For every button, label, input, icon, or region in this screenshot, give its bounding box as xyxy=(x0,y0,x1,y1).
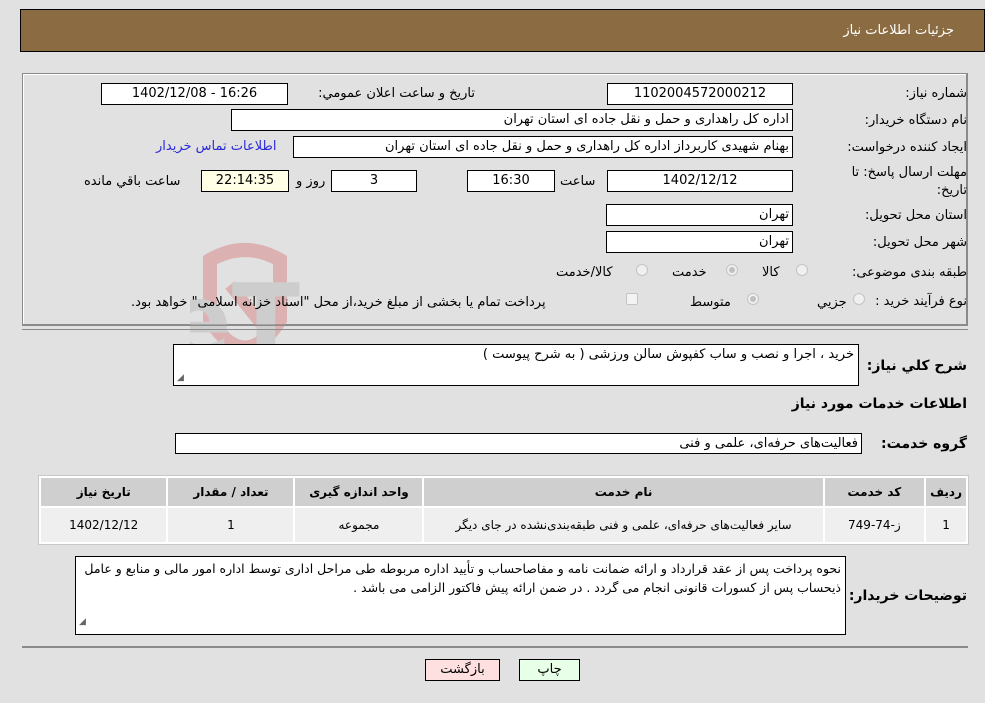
treasury-note: پرداخت تمام یا بخشی از مبلغ خرید،از محل … xyxy=(131,295,546,310)
divider xyxy=(22,325,968,326)
description-label: شرح کلي نياز: xyxy=(866,358,967,374)
resize-grip-icon[interactable]: ◢ xyxy=(177,373,184,383)
process-option-medium: متوسط xyxy=(690,295,731,310)
divider xyxy=(22,329,968,330)
col-quantity: تعداد / مقدار xyxy=(168,478,294,506)
category-option-service: خدمت xyxy=(672,265,707,280)
print-button[interactable]: چاپ xyxy=(519,659,580,681)
cell-quantity: 1 xyxy=(168,508,294,542)
deadline-time-label: ساعت xyxy=(560,174,596,189)
col-row-number: ردیف xyxy=(926,478,966,506)
buyer-notes-label: توضیحات خریدار: xyxy=(848,588,967,604)
back-button[interactable]: بازگشت xyxy=(425,659,500,681)
table-header-row: ردیف کد خدمت نام خدمت واحد اندازه گیری ت… xyxy=(41,478,966,506)
description-text: خرید ، اجرا و نصب و ساب کفپوش سالن ورزشی… xyxy=(482,347,854,362)
buyer-org-label: نام دستگاه خریدار: xyxy=(864,113,967,128)
remaining-time-field: 22:14:35 xyxy=(201,170,289,192)
buyer-notes-textarea[interactable]: نحوه پرداخت پس از عقد قرارداد و ارائه ضم… xyxy=(75,556,846,635)
days-label: روز و xyxy=(296,174,326,189)
divider xyxy=(22,646,968,648)
description-textarea[interactable]: خرید ، اجرا و نصب و ساب کفپوش سالن ورزشی… xyxy=(173,344,859,386)
buyer-org-field: اداره کل راهداری و حمل و نقل جاده ای است… xyxy=(231,109,793,131)
resize-grip-icon[interactable]: ◢ xyxy=(79,613,86,632)
service-group-label: گروه خدمت: xyxy=(881,436,967,452)
city-label: شهر محل تحویل: xyxy=(872,235,967,250)
city-field: تهران xyxy=(606,231,793,253)
remaining-days-field: 3 xyxy=(331,170,417,192)
deadline-date-field: 1402/12/12 xyxy=(607,170,793,192)
cell-service-name: سایر فعالیت‌های حرفه‌ای، علمی و فنی طبقه… xyxy=(424,508,823,542)
category-option-goods-service: کالا/خدمت xyxy=(556,265,613,280)
col-need-date: تاریخ نیاز xyxy=(41,478,167,506)
services-table: ردیف کد خدمت نام خدمت واحد اندازه گیری ت… xyxy=(38,475,969,545)
province-field: تهران xyxy=(606,204,793,226)
category-radio-service[interactable] xyxy=(726,264,738,276)
cell-unit: مجموعه xyxy=(295,508,423,542)
announce-datetime-label: تاریخ و ساعت اعلان عمومي: xyxy=(318,86,475,101)
page-title: جزئیات اطلاعات نیاز xyxy=(843,23,954,38)
services-section-title: اطلاعات خدمات مورد نیاز xyxy=(791,396,967,412)
treasury-checkbox[interactable] xyxy=(626,293,638,305)
category-label: طبقه بندی موضوعی: xyxy=(851,265,967,280)
service-group-field: فعالیت‌های حرفه‌ای، علمی و فنی xyxy=(175,433,862,454)
category-option-goods: کالا xyxy=(762,265,780,280)
need-number-field: 1102004572000212 xyxy=(607,83,793,105)
page-header: جزئیات اطلاعات نیاز xyxy=(20,9,985,52)
cell-row-number: 1 xyxy=(926,508,966,542)
cell-service-code: ز-74-749 xyxy=(824,508,925,542)
announce-datetime-field: 1402/12/08 - 16:26 xyxy=(101,83,288,105)
deadline-time-field: 16:30 xyxy=(467,170,555,192)
province-label: استان محل تحویل: xyxy=(865,208,967,223)
requester-field: بهنام شهیدی کاربرداز اداره کل راهداری و … xyxy=(293,136,793,158)
buyer-notes-text: نحوه پرداخت پس از عقد قرارداد و ارائه ضم… xyxy=(84,561,841,595)
process-label: نوع فرآیند خرید : xyxy=(875,294,967,309)
process-radio-minor[interactable] xyxy=(853,293,865,305)
requester-label: ایجاد کننده درخواست: xyxy=(847,140,967,155)
category-radio-goods[interactable] xyxy=(796,264,808,276)
process-radio-medium[interactable] xyxy=(747,293,759,305)
deadline-label: مهلت ارسال پاسخ: تا تاریخ: xyxy=(851,165,967,198)
col-service-name: نام خدمت xyxy=(424,478,823,506)
process-option-minor: جزيي xyxy=(817,295,847,310)
table-row: 1 ز-74-749 سایر فعالیت‌های حرفه‌ای، علمی… xyxy=(41,508,966,542)
cell-need-date: 1402/12/12 xyxy=(41,508,167,542)
remaining-label: ساعت باقي مانده xyxy=(84,174,181,189)
col-unit: واحد اندازه گیری xyxy=(295,478,423,506)
category-radio-goods-service[interactable] xyxy=(636,264,648,276)
col-service-code: کد خدمت xyxy=(824,478,925,506)
buyer-contact-link[interactable]: اطلاعات تماس خریدار xyxy=(156,139,276,154)
need-number-label: شماره نیاز: xyxy=(905,86,967,101)
